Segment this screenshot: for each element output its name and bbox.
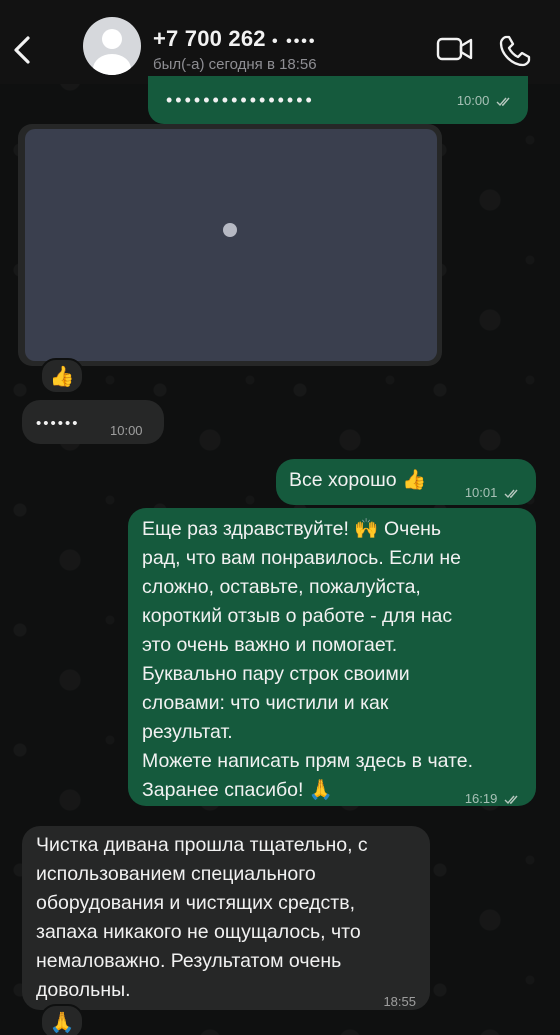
message-time: 10:01 xyxy=(465,478,522,507)
read-ticks-icon xyxy=(504,489,518,498)
video-camera-icon xyxy=(436,37,473,61)
chevron-left-icon xyxy=(14,36,30,64)
media-thumbnail[interactable] xyxy=(25,129,437,361)
contact-name[interactable]: +7 700 262 • •••• xyxy=(153,26,317,52)
phone-icon xyxy=(499,35,531,67)
message-time: 16:19 xyxy=(465,784,522,813)
chat-screen: +7 700 262 • •••• был(-а) сегодня в 18:5… xyxy=(0,0,560,1035)
message-text: Чистка дивана прошла тщательно, с исполь… xyxy=(36,834,368,1001)
message-text-masked: •••••••••••••••• xyxy=(166,90,315,110)
read-ticks-icon xyxy=(496,97,510,106)
contact-phone-masked: • •••• xyxy=(272,33,317,50)
message-text: Все хорошо 👍 xyxy=(289,469,427,491)
message-time: 10:00 xyxy=(110,423,143,438)
message-reaction[interactable]: 👍 xyxy=(40,358,84,394)
read-ticks-icon xyxy=(504,795,518,804)
default-avatar-icon xyxy=(93,29,131,75)
incoming-message[interactable]: Чистка дивана прошла тщательно, с исполь… xyxy=(22,826,430,1010)
outgoing-message[interactable]: Все хорошо 👍 10:01 xyxy=(276,459,536,505)
message-text-masked: •••••• xyxy=(36,415,80,432)
back-button[interactable] xyxy=(8,30,40,70)
message-text: Еще раз здравствуйте! 🙌 Очень рад, что в… xyxy=(142,518,474,801)
message-reaction[interactable]: 🙏 xyxy=(40,1004,84,1035)
last-seen-status: был(-а) сегодня в 18:56 xyxy=(153,56,317,73)
contact-phone: +7 700 262 xyxy=(153,26,273,51)
outgoing-message[interactable]: •••••••••••••••• 10:00 xyxy=(148,76,528,124)
avatar[interactable] xyxy=(83,17,141,75)
reaction-emoji: 👍 xyxy=(49,365,75,388)
media-loading-dot xyxy=(223,223,237,237)
reaction-emoji: 🙏 xyxy=(49,1011,75,1034)
incoming-message[interactable]: •••••• 10:00 xyxy=(22,400,164,444)
voice-call-button[interactable] xyxy=(498,34,532,68)
message-time: 10:00 xyxy=(457,86,514,115)
outgoing-message[interactable]: Еще раз здравствуйте! 🙌 Очень рад, что в… xyxy=(128,508,536,806)
message-time-text: 10:00 xyxy=(456,93,490,108)
message-time-text: 10:01 xyxy=(464,485,498,500)
message-time-text: 16:19 xyxy=(464,791,498,806)
video-call-button[interactable] xyxy=(436,34,474,64)
message-time: 18:55 xyxy=(383,994,416,1009)
chat-header: +7 700 262 • •••• был(-а) сегодня в 18:5… xyxy=(0,0,560,84)
